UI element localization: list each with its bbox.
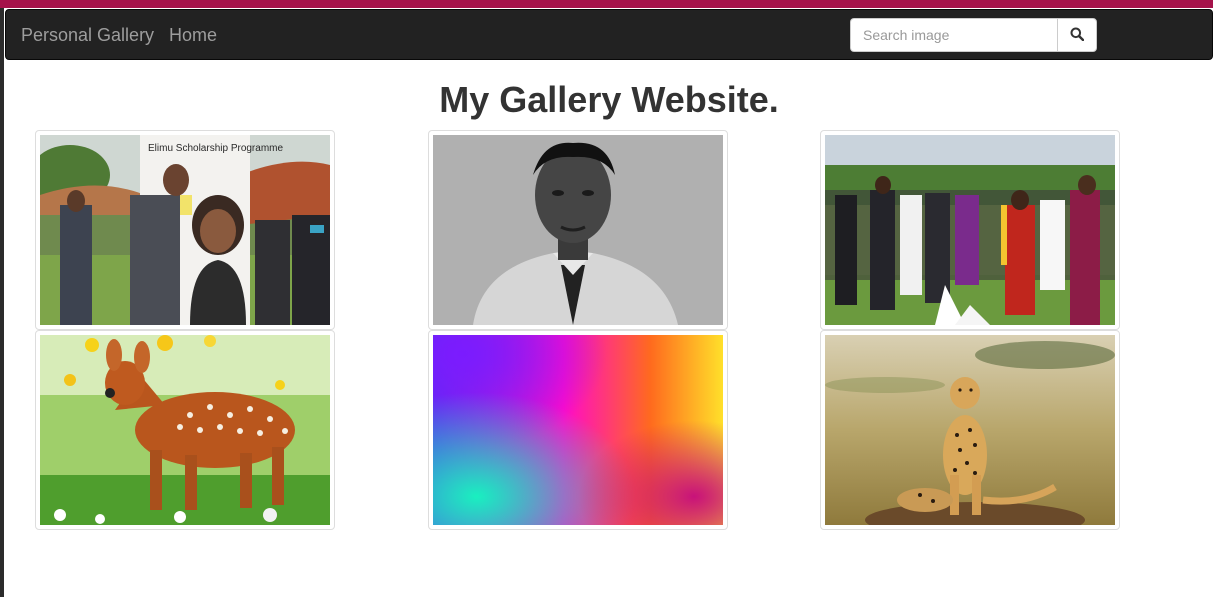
nav-link-home[interactable]: Home [169, 24, 217, 46]
gallery-thumbnail-crowd-ceremony[interactable] [820, 130, 1120, 330]
gallery-thumbnail-cheetah[interactable] [820, 330, 1120, 530]
gallery-thumbnail-gradient[interactable] [428, 330, 728, 530]
portrait-image [433, 135, 723, 325]
search-form [850, 18, 1097, 52]
search-button[interactable] [1057, 18, 1097, 52]
search-icon [1070, 27, 1085, 44]
search-input[interactable] [850, 18, 1057, 52]
gallery-thumbnail-portrait[interactable] [428, 130, 728, 330]
fawn-image [40, 335, 330, 525]
gallery-thumbnail-fawn[interactable] [35, 330, 335, 530]
browser-top-strip [0, 0, 1213, 8]
navbar: Personal Gallery Home [5, 9, 1213, 60]
scholarship-event-image: Elimu Scholarship Programme [40, 135, 330, 325]
cheetah-image [825, 335, 1115, 525]
crowd-ceremony-image [825, 135, 1115, 325]
gradient-image [433, 335, 723, 525]
gallery-thumbnail-scholarship-event[interactable]: Elimu Scholarship Programme [35, 130, 335, 330]
page-title: My Gallery Website. [439, 79, 779, 120]
banner-text: Elimu Scholarship Programme [148, 143, 283, 154]
navbar-brand[interactable]: Personal Gallery [21, 24, 154, 46]
